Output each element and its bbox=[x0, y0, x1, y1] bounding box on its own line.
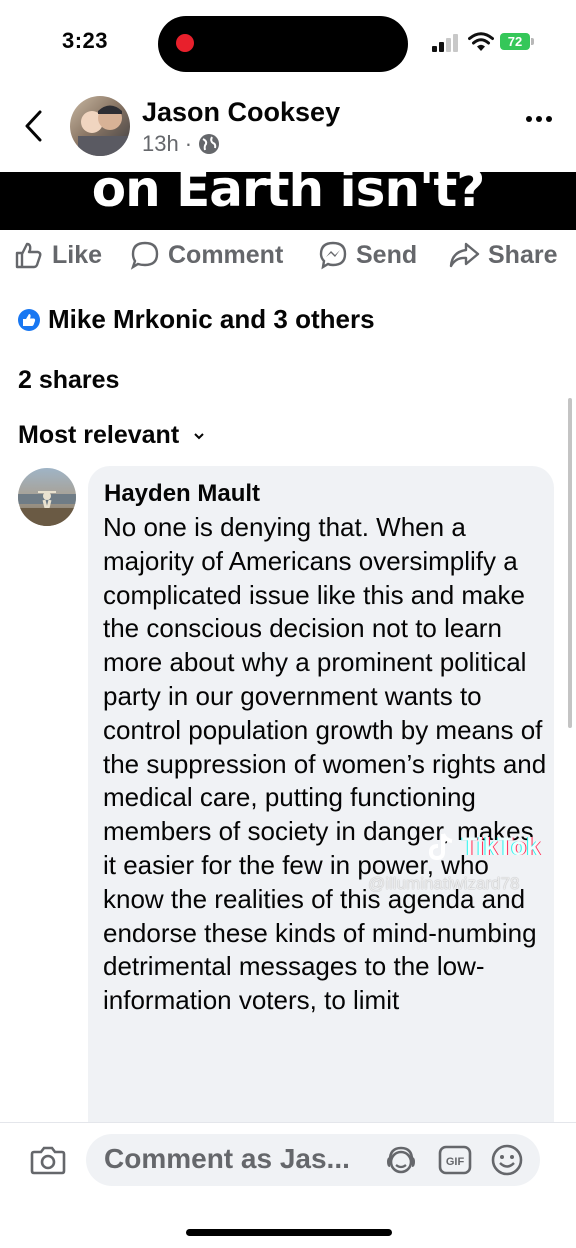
author-name[interactable]: Jason Cooksey bbox=[142, 97, 340, 128]
meta-separator: · bbox=[184, 131, 193, 156]
post-time: 13h bbox=[142, 131, 179, 156]
recording-indicator bbox=[176, 34, 194, 52]
back-arrow-icon[interactable] bbox=[20, 108, 48, 144]
reactions-text: Mike Mrkonic and 3 others bbox=[48, 304, 375, 334]
home-indicator[interactable] bbox=[186, 1229, 392, 1236]
commenter-avatar[interactable] bbox=[18, 468, 76, 526]
sort-label: Most relevant bbox=[18, 421, 180, 449]
messenger-icon bbox=[319, 241, 347, 270]
composer-divider bbox=[0, 1122, 576, 1123]
battery-tip bbox=[531, 38, 534, 45]
camera-icon[interactable] bbox=[30, 1144, 66, 1176]
action-bar: Like Comment Send Share bbox=[0, 240, 576, 280]
tiktok-username: @illuminatiwizard78 bbox=[368, 874, 520, 893]
reactions-summary[interactable]: Mike Mrkonic and 3 others bbox=[18, 304, 375, 335]
svg-text:GIF: GIF bbox=[446, 1156, 465, 1168]
author-avatar[interactable] bbox=[70, 96, 130, 156]
tiktok-brand: TikTok bbox=[462, 832, 541, 861]
gif-icon[interactable]: GIF bbox=[438, 1144, 472, 1176]
like-label: Like bbox=[52, 240, 103, 269]
cellular-signal-icon bbox=[432, 34, 458, 52]
wifi-icon bbox=[468, 32, 494, 51]
tiktok-watermark: TikTok bbox=[428, 832, 540, 862]
share-icon bbox=[449, 242, 480, 268]
battery-indicator: 72 bbox=[500, 33, 530, 50]
comment-icon bbox=[130, 241, 159, 270]
share-label: Share bbox=[488, 240, 558, 269]
like-button[interactable]: Like bbox=[14, 240, 102, 270]
commenter-name[interactable]: Hayden Mault bbox=[104, 480, 260, 508]
comment-text: No one is denying that. When a majority … bbox=[103, 512, 547, 1016]
more-options-icon[interactable] bbox=[526, 116, 552, 122]
comment-button[interactable]: Comment bbox=[130, 240, 283, 270]
emoji-icon[interactable] bbox=[490, 1144, 524, 1176]
globe-icon bbox=[199, 134, 220, 154]
send-button[interactable]: Send bbox=[318, 240, 417, 270]
comment-sort-dropdown[interactable]: Most relevant bbox=[18, 421, 205, 450]
like-icon bbox=[15, 242, 42, 269]
thumbs-up-badge-icon bbox=[18, 308, 40, 331]
post-image-caption: on Earth isn't? bbox=[91, 160, 486, 218]
comment-label: Comment bbox=[168, 240, 284, 269]
tiktok-logo-icon bbox=[428, 833, 453, 861]
scrollbar[interactable] bbox=[568, 398, 572, 728]
share-button[interactable]: Share bbox=[448, 240, 557, 270]
chevron-down-icon bbox=[194, 432, 204, 439]
status-time: 3:23 bbox=[62, 28, 109, 53]
avatar-sticker-icon[interactable] bbox=[384, 1144, 418, 1176]
shares-count[interactable]: 2 shares bbox=[18, 366, 119, 395]
dynamic-island bbox=[158, 16, 408, 72]
post-meta: 13h · bbox=[142, 131, 220, 157]
comment-input-placeholder: Comment as Jas... bbox=[104, 1143, 350, 1174]
send-label: Send bbox=[356, 240, 418, 269]
